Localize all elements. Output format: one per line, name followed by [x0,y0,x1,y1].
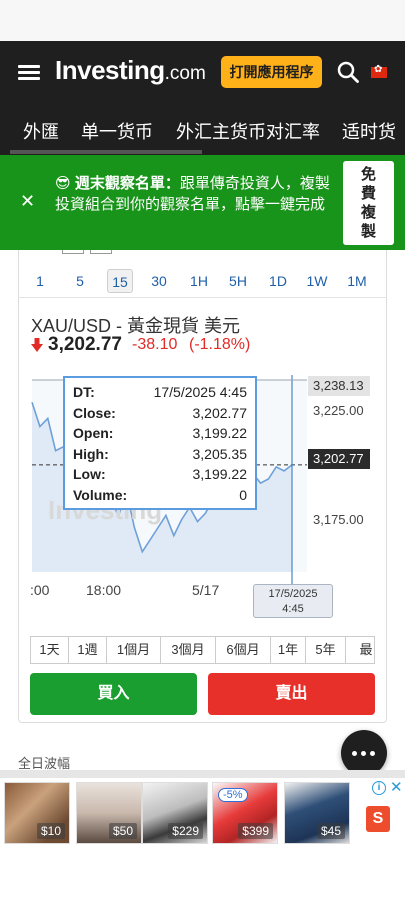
discount-badge: -5% [218,788,248,802]
tooltip-row: Low: 3,199.22 [73,466,247,482]
ad-divider [0,770,405,778]
x-tick-label: :00 [30,582,50,598]
x-tick-label: 5/17 [192,582,220,598]
timeframe-1[interactable]: 1 [27,269,53,293]
high-price-label: 3,238.13 [308,376,370,396]
site-logo[interactable]: Investing.com [55,55,206,86]
price-change: -38.10 [132,336,178,353]
current-price-label: 3,202.77 [308,449,370,469]
last-price: 3,202.77 [48,334,122,355]
open-app-button[interactable]: 打開應用程序 [221,56,322,88]
tooltip-row: Open: 3,199.22 [73,425,247,441]
chart-tooltip: DT: 17/5/2025 4:45 Close: 3,202.77 Open: 3,… [63,376,257,510]
range-max[interactable]: 最 [346,637,374,663]
timeframe-5h[interactable]: 5H [225,269,251,293]
down-arrow-icon [31,338,43,352]
active-tab-indicator [10,150,202,154]
tooltip-row: DT: 17/5/2025 4:45 [73,384,247,400]
ad-product[interactable]: $50 [76,782,142,844]
tab-realtime[interactable]: 适时货 [342,118,396,144]
tooltip-row: Close: 3,202.77 [73,404,247,421]
y-tick-label: 3,225.00 [313,403,364,418]
banner-text: 😎 週末觀察名單：跟單傳奇投資人，複製投資組合到你的觀察名單，點擊一鍵完成 [55,175,330,213]
hong-kong-flag-icon[interactable] [371,64,387,78]
price-change-percent: (-1.18%) [189,336,251,353]
free-copy-button[interactable]: 免 費 複 製 [343,161,394,245]
crosshair-date-label: 17/5/2025 4:45 [253,584,333,618]
ad-product[interactable]: $229 [142,782,208,844]
nav-tabs: 外匯 单一货币 外汇主货币对汇率 适时货 [0,103,405,155]
status-bar-area [0,0,405,41]
range-1w[interactable]: 1週 [69,637,107,663]
ad-product[interactable]: -5% $399 [212,782,278,844]
ad-close-icon[interactable]: ✕ [390,778,403,796]
ad-product[interactable]: $10 [4,782,70,844]
timeframe-1h[interactable]: 1H [186,269,212,293]
tab-forex[interactable]: 外匯 [23,118,59,144]
range-1y[interactable]: 1年 [271,637,306,663]
range-1m[interactable]: 1個月 [107,637,161,663]
shopee-logo-icon: S [366,806,390,832]
sell-button[interactable]: 賣出 [208,673,375,715]
range-1d[interactable]: 1天 [31,637,69,663]
banner-title: 週末觀察名單： [74,175,180,192]
search-icon[interactable] [337,61,359,83]
more-dots-icon [352,751,357,756]
shopping-ad[interactable]: $10 $50 $229 -5% $399 $45 i ✕ S [0,778,405,850]
range-6m[interactable]: 6個月 [216,637,271,663]
close-icon[interactable]: ✕ [20,191,35,212]
logo-main: Investing [55,55,165,85]
site-header: Investing.com 打開應用程序 [0,41,405,103]
tooltip-row: High: 3,205.35 [73,445,247,462]
logo-suffix: .com [164,63,206,84]
ad-product[interactable]: $45 [284,782,350,844]
timeframe-30[interactable]: 30 [146,269,172,293]
y-tick-label: 3,175.00 [313,512,364,527]
timeframe-1m[interactable]: 1M [344,269,370,293]
timeframe-1w[interactable]: 1W [304,269,330,293]
tab-single-currency[interactable]: 单一货币 [81,118,153,144]
tooltip-row: Volume: 0 [73,486,247,503]
buy-button[interactable]: 買入 [30,673,197,715]
timeframe-selector: 1 5 15 30 1H 5H 1D 1W 1M [18,264,387,298]
timeframe-15[interactable]: 15 [107,269,133,293]
range-3m[interactable]: 3個月 [161,637,216,663]
tab-major-pairs[interactable]: 外汇主货币对汇率 [176,118,320,144]
x-tick-label: 18:00 [86,582,122,598]
range-selector: 1天 1週 1個月 3個月 6個月 1年 5年 最 [30,636,375,664]
timeframe-1d[interactable]: 1D [265,269,291,293]
range-5y[interactable]: 5年 [306,637,346,663]
ad-info-icon[interactable]: i [372,781,386,795]
menu-icon[interactable] [18,65,40,80]
timeframe-5[interactable]: 5 [67,269,93,293]
